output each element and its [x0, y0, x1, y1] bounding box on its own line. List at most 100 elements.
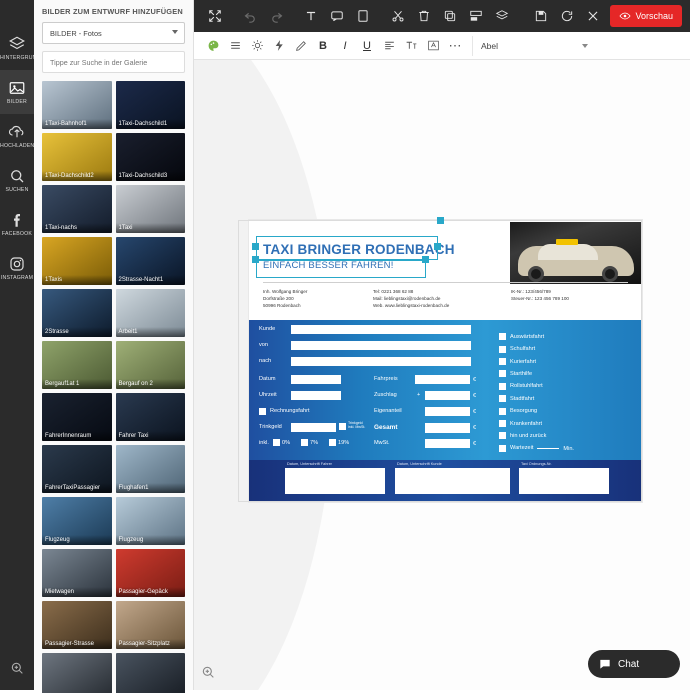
- field-eigenanteil[interactable]: [425, 407, 470, 416]
- wait-time-row[interactable]: Wartezeit Min.: [499, 440, 574, 458]
- gallery-thumbnail[interactable]: Flugzeug: [115, 497, 185, 545]
- service-option-checkbox[interactable]: [499, 345, 506, 353]
- signature-box-driver[interactable]: [285, 468, 385, 494]
- gallery-thumbnail[interactable]: FahrerInnenraum: [42, 393, 112, 441]
- resize-handle-top[interactable]: [437, 217, 444, 224]
- gallery-thumbnail[interactable]: Bergauf1at 1: [42, 341, 112, 389]
- gallery-thumbnail[interactable]: 1Taxi-Dachschild2: [42, 133, 112, 181]
- service-option-checkbox[interactable]: [499, 358, 506, 366]
- checkbox-7[interactable]: [301, 439, 308, 446]
- gallery-thumbnail[interactable]: 1Taxi-Bahnhof1: [42, 81, 112, 129]
- crop-icon[interactable]: [202, 3, 228, 29]
- resize-handle-bottom-right[interactable]: [422, 256, 429, 263]
- gallery-thumbnail[interactable]: Flughafen1: [115, 445, 185, 493]
- preview-button[interactable]: Vorschau: [610, 5, 682, 27]
- rail-item-suchen[interactable]: SUCHEN: [0, 158, 34, 202]
- layers-icon[interactable]: [489, 3, 515, 29]
- gallery-thumbnail[interactable]: [42, 653, 112, 693]
- field-nach[interactable]: [291, 357, 471, 366]
- rail-item-facebook[interactable]: FACEBOOK: [0, 202, 34, 246]
- gallery-thumbnail[interactable]: Passagier-Strasse: [42, 601, 112, 649]
- close-icon[interactable]: [580, 3, 606, 29]
- gallery-thumbnail[interactable]: Passagier-Sitzplatz: [115, 601, 185, 649]
- text-size-icon[interactable]: [400, 35, 422, 57]
- chat-button[interactable]: Chat: [588, 650, 680, 678]
- service-option-checkbox[interactable]: [499, 370, 506, 378]
- gallery-thumbnail[interactable]: Passagier-Gepäck: [115, 549, 185, 597]
- field-gesamt[interactable]: [425, 423, 470, 433]
- canvas-zoom-control[interactable]: [200, 664, 218, 682]
- undo-icon[interactable]: [237, 3, 263, 29]
- align-icon[interactable]: [463, 3, 489, 29]
- gallery-thumbnail[interactable]: 1Taxi: [115, 185, 185, 233]
- order-number-box[interactable]: [519, 468, 609, 494]
- list-icon[interactable]: [224, 35, 246, 57]
- checkbox-rechnungsfahrt[interactable]: [259, 408, 266, 415]
- checkbox-19[interactable]: [329, 439, 336, 446]
- align-left-icon[interactable]: [378, 35, 400, 57]
- service-option-checkbox[interactable]: [499, 420, 506, 428]
- rail-item-hochladen[interactable]: HOCHLADEN: [0, 114, 34, 158]
- search-input[interactable]: [42, 51, 185, 73]
- color-icon[interactable]: [202, 35, 224, 57]
- pen-icon[interactable]: [290, 35, 312, 57]
- gallery-thumbnail[interactable]: Fahrer Taxi: [115, 393, 185, 441]
- signature-box-customer[interactable]: [395, 468, 510, 494]
- brightness-icon[interactable]: [246, 35, 268, 57]
- field-mwst[interactable]: [425, 439, 470, 448]
- resize-handle-right[interactable]: [434, 243, 441, 250]
- gallery-thumbnail[interactable]: Arbeit1: [115, 289, 185, 337]
- design-canvas[interactable]: TAXI BRINGER RODENBACH EINFACH BESSER FA…: [194, 60, 690, 690]
- resize-handle-bottom-left[interactable]: [252, 256, 259, 263]
- field-kunde[interactable]: [291, 325, 471, 334]
- gallery-thumbnail[interactable]: 2Strasse-Nacht1: [115, 237, 185, 285]
- gallery-search-wrap[interactable]: [42, 51, 185, 73]
- checkbox-0[interactable]: [273, 439, 280, 446]
- field-fahrpreis[interactable]: [415, 375, 470, 384]
- gallery-thumbnail[interactable]: 2Strasse: [42, 289, 112, 337]
- font-selector[interactable]: Abel: [472, 35, 592, 56]
- bold-icon[interactable]: B: [312, 35, 334, 57]
- delete-icon[interactable]: [411, 3, 437, 29]
- gallery-thumbnail[interactable]: Bergauf on 2: [115, 341, 185, 389]
- field-uhrzeit[interactable]: [291, 391, 341, 400]
- category-select-wrap[interactable]: BILDER - Fotos: [42, 22, 185, 44]
- refresh-icon[interactable]: [554, 3, 580, 29]
- field-von[interactable]: [291, 341, 471, 350]
- italic-icon[interactable]: I: [334, 35, 356, 57]
- wait-time-checkbox[interactable]: [499, 444, 506, 452]
- gallery-thumbnail[interactable]: 1Taxi-Dachschild1: [115, 81, 185, 129]
- rail-bottom[interactable]: [0, 660, 34, 676]
- service-option-checkbox[interactable]: [499, 382, 506, 390]
- wait-time-field[interactable]: [537, 447, 560, 449]
- frame-icon[interactable]: [350, 3, 376, 29]
- rail-item-hintergrund[interactable]: HINTERGRUND: [0, 26, 34, 70]
- gallery-thumbnail[interactable]: 1Taxi-nachs: [42, 185, 112, 233]
- category-select[interactable]: BILDER - Fotos: [42, 22, 185, 44]
- redo-icon[interactable]: [263, 3, 289, 29]
- field-zuschlag[interactable]: [425, 391, 470, 400]
- text-icon[interactable]: [298, 3, 324, 29]
- rail-item-instagram[interactable]: INSTAGRAM: [0, 246, 34, 290]
- gallery-thumbnail[interactable]: 1Taxi-Dachschild3: [115, 133, 185, 181]
- gallery-thumbnail[interactable]: FahrerTaxiPassagier: [42, 445, 112, 493]
- text-box-icon[interactable]: [422, 35, 444, 57]
- copy-icon[interactable]: [437, 3, 463, 29]
- gallery-thumbnail[interactable]: 1Taxis: [42, 237, 112, 285]
- gallery-thumbnail[interactable]: [115, 653, 185, 693]
- save-icon[interactable]: [528, 3, 554, 29]
- selection-subtitle[interactable]: [256, 260, 426, 278]
- service-option-checkbox[interactable]: [499, 432, 506, 440]
- checkbox-trinkgeld-inkl[interactable]: [339, 423, 346, 430]
- underline-icon[interactable]: U: [356, 35, 378, 57]
- service-option-checkbox[interactable]: [499, 395, 506, 403]
- gallery-thumbnail[interactable]: Mietwagen: [42, 549, 112, 597]
- field-datum[interactable]: [291, 375, 341, 384]
- rail-item-bilder[interactable]: BILDER: [0, 70, 34, 114]
- resize-handle-left[interactable]: [252, 243, 259, 250]
- field-trinkgeld[interactable]: [291, 423, 336, 432]
- gallery-thumbnail[interactable]: Flugzeug: [42, 497, 112, 545]
- service-option-checkbox[interactable]: [499, 407, 506, 415]
- sticker-icon[interactable]: [324, 3, 350, 29]
- cut-icon[interactable]: [385, 3, 411, 29]
